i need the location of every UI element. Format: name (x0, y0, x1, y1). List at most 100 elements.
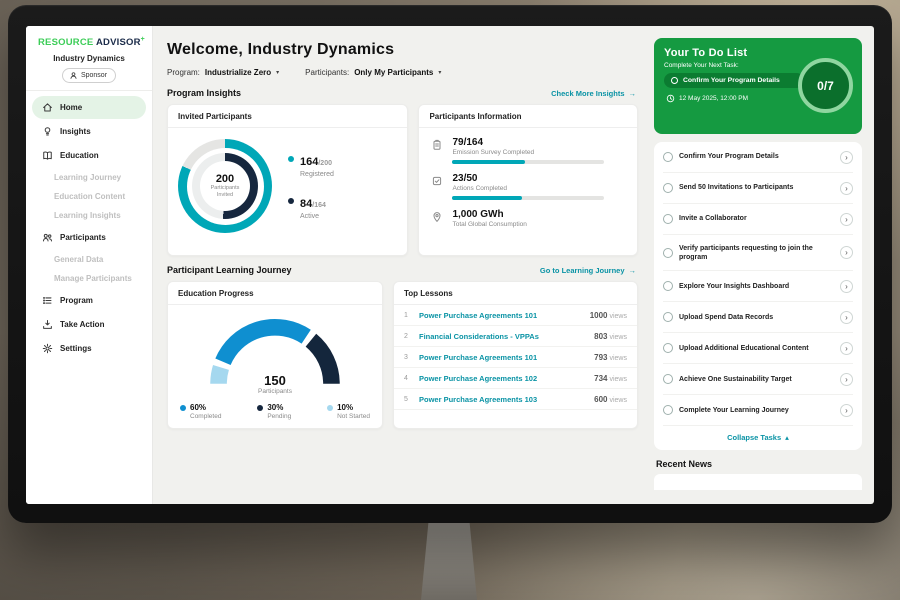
todo-header-card: Your To Do List Complete Your Next Task:… (654, 38, 862, 134)
progress-bar (452, 160, 604, 164)
task-row[interactable]: Complete Your Learning Journey › (663, 395, 853, 426)
lesson-views: 793 (594, 353, 607, 362)
views-word: views (609, 376, 627, 383)
registered-value: 164 (300, 156, 318, 168)
lesson-rank: 3 (404, 354, 412, 361)
chevron-right-icon: › (845, 375, 848, 384)
task-open-button[interactable]: › (840, 311, 853, 324)
task-checkbox[interactable] (663, 152, 673, 162)
task-row[interactable]: Explore Your Insights Dashboard › (663, 271, 853, 302)
lesson-row[interactable]: 4 Power Purchase Agreements 102 734views (394, 368, 637, 389)
sidebar-item-learning-journey[interactable]: Learning Journey (26, 168, 152, 187)
task-row[interactable]: Send 50 Invitations to Participants › (663, 173, 853, 204)
sidebar-item-participants[interactable]: Participants (32, 226, 146, 249)
task-checkbox[interactable] (663, 312, 673, 322)
sidebar-item-insights[interactable]: Insights (32, 120, 146, 143)
sidebar-item-general-data[interactable]: General Data (26, 250, 152, 269)
chevron-down-icon: ▾ (438, 69, 441, 76)
next-task-pill[interactable]: Confirm Your Program Details (664, 73, 804, 88)
task-open-button[interactable]: › (840, 213, 853, 226)
logo-primary: RESOURCE (38, 37, 93, 48)
card-title: Invited Participants (168, 105, 407, 128)
task-label: Invite a Collaborator (679, 214, 834, 223)
task-checkbox[interactable] (663, 374, 673, 384)
task-open-button[interactable]: › (840, 182, 853, 195)
lesson-rank: 2 (404, 333, 412, 340)
lesson-link[interactable]: Power Purchase Agreements 102 (419, 374, 587, 383)
arrow-right-icon: → (629, 266, 637, 275)
task-open-button[interactable]: › (840, 151, 853, 164)
sidebar-item-label: Insights (60, 127, 91, 136)
lesson-link[interactable]: Power Purchase Agreements 101 (419, 353, 587, 362)
task-label: Upload Spend Data Records (679, 313, 834, 322)
task-row[interactable]: Confirm Your Program Details › (663, 142, 853, 173)
lesson-row[interactable]: 5 Power Purchase Agreements 103 600views (394, 389, 637, 410)
task-row[interactable]: Achieve One Sustainability Target › (663, 364, 853, 395)
task-open-button[interactable]: › (840, 373, 853, 386)
task-checkbox[interactable] (663, 343, 673, 353)
legend-registered: 164/200 Registered (288, 152, 334, 178)
invited-donut-chart: 200 Participants Invited (178, 139, 272, 233)
task-row[interactable]: Upload Spend Data Records › (663, 302, 853, 333)
clipboard-icon (431, 139, 443, 151)
lesson-link[interactable]: Power Purchase Agreements 103 (419, 395, 587, 404)
task-open-button[interactable]: › (840, 246, 853, 259)
recent-news-title: Recent News (656, 459, 862, 469)
sidebar-item-home[interactable]: Home (32, 96, 146, 119)
link-label: Go to Learning Journey (540, 266, 625, 275)
sidebar-item-program[interactable]: Program (32, 289, 146, 312)
task-row[interactable]: Verify participants requesting to join t… (663, 235, 853, 271)
participants-filter-value: Only My Participants (354, 68, 433, 77)
lesson-row[interactable]: 1 Power Purchase Agreements 101 1000view… (394, 305, 637, 326)
logo-secondary: ADVISOR (96, 37, 141, 48)
lesson-row[interactable]: 3 Power Purchase Agreements 101 793views (394, 347, 637, 368)
sidebar-divider (26, 90, 152, 91)
collapse-tasks-link[interactable]: Collapse Tasks ▴ (663, 426, 853, 449)
next-task-label: Confirm Your Program Details (683, 77, 780, 84)
lesson-link[interactable]: Financial Considerations - VPPAs (419, 332, 587, 341)
program-filter[interactable]: Program: Industrialize Zero ▾ (167, 68, 279, 77)
task-row[interactable]: Upload Additional Educational Content › (663, 333, 853, 364)
sidebar-item-education-content[interactable]: Education Content (26, 187, 152, 206)
task-open-button[interactable]: › (840, 342, 853, 355)
task-checkbox[interactable] (663, 405, 673, 415)
task-open-button[interactable]: › (840, 280, 853, 293)
lesson-row[interactable]: 2 Financial Considerations - VPPAs 803vi… (394, 326, 637, 347)
task-checkbox[interactable] (663, 183, 673, 193)
sidebar-item-label: Program (60, 296, 93, 305)
task-open-button[interactable]: › (840, 404, 853, 417)
background: RESOURCE ADVISOR+ Industry Dynamics Spon… (0, 0, 900, 600)
page-title: Welcome, Industry Dynamics (167, 41, 638, 59)
top-lessons-card: Top Lessons 1 Power Purchase Agreements … (393, 281, 638, 429)
sidebar-item-manage-participants[interactable]: Manage Participants (26, 269, 152, 288)
legend-active: 84/164 Active (288, 194, 334, 220)
sidebar-item-learning-insights[interactable]: Learning Insights (26, 206, 152, 225)
stat-label: Total Global Consumption (452, 221, 526, 228)
task-checkbox[interactable] (663, 281, 673, 291)
card-title: Education Progress (168, 282, 382, 305)
check-more-insights-link[interactable]: Check More Insights → (551, 89, 636, 98)
sidebar-item-education[interactable]: Education (32, 144, 146, 167)
education-progress-card: Education Progress 150 Participants (167, 281, 383, 429)
go-to-learning-journey-link[interactable]: Go to Learning Journey → (540, 266, 636, 275)
legend-value: 60% (190, 403, 206, 412)
registered-label: Registered (300, 171, 334, 178)
task-row[interactable]: Invite a Collaborator › (663, 204, 853, 235)
sidebar-item-settings[interactable]: Settings (32, 337, 146, 360)
checkbox-icon[interactable] (671, 77, 678, 84)
task-checkbox[interactable] (663, 248, 673, 258)
participants-filter[interactable]: Participants: Only My Participants ▾ (305, 68, 441, 77)
program-filter-value: Industrialize Zero (205, 68, 271, 77)
task-checkbox[interactable] (663, 214, 673, 224)
lesson-link[interactable]: Power Purchase Agreements 101 (419, 311, 583, 320)
active-total: /164 (312, 202, 326, 209)
chevron-right-icon: › (845, 248, 848, 257)
gauge-legend: 60% Completed 30% Pending 10% Not Starte… (168, 397, 382, 420)
learning-cards-row: Education Progress 150 Participants (167, 281, 638, 429)
sidebar-item-label: Education (60, 151, 99, 160)
lightbulb-icon (42, 126, 53, 137)
sidebar-item-label: Take Action (60, 320, 104, 329)
teal-dot-icon (288, 156, 294, 162)
sidebar-item-take-action[interactable]: Take Action (32, 313, 146, 336)
todo-panel: Your To Do List Complete Your Next Task:… (650, 26, 874, 504)
